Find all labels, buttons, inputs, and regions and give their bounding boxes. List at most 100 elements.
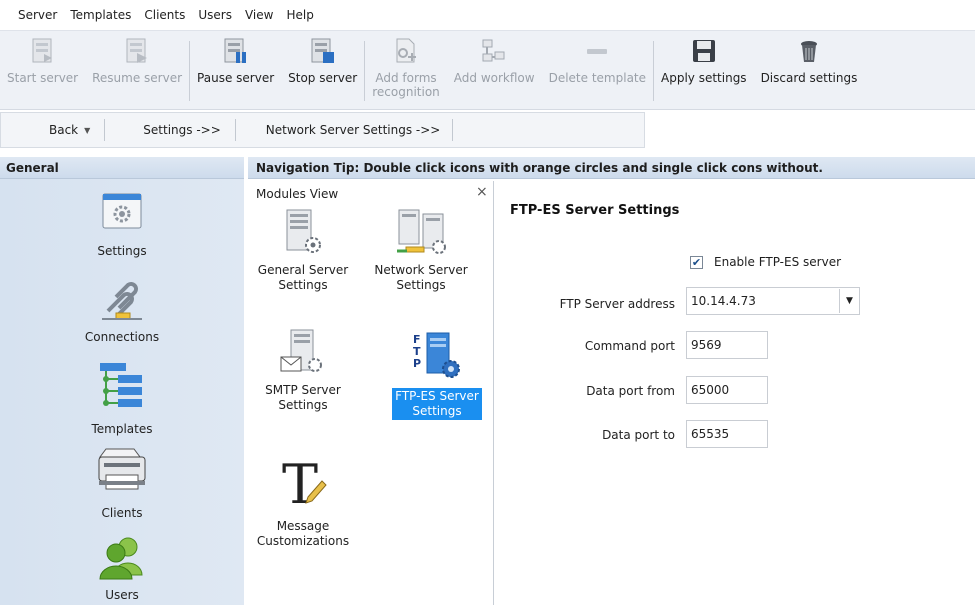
module-label-line2: Settings — [396, 278, 446, 292]
save-icon — [690, 37, 718, 65]
nav-item-templates[interactable]: Templates — [0, 361, 244, 436]
enable-ftp-es-checkbox[interactable]: ✔ — [690, 256, 703, 269]
breadcrumb-separator — [452, 119, 454, 141]
trash-icon — [795, 37, 823, 65]
add-forms-label-line2: recognition — [372, 85, 440, 99]
smtp-server-icon — [279, 329, 327, 378]
settings-icon — [102, 191, 142, 234]
start-server-icon — [29, 37, 57, 65]
breadcrumb-settings[interactable]: Settings ->> — [105, 119, 234, 141]
nav-label-clients: Clients — [101, 506, 143, 520]
delete-template-button[interactable]: Delete template — [542, 31, 653, 111]
nav-item-connections[interactable]: Connections — [0, 277, 244, 344]
add-forms-recognition-button[interactable]: Add forms recognition — [365, 31, 447, 111]
pause-server-label: Pause server — [197, 71, 275, 85]
module-label: FTP-ES Server Settings — [392, 388, 482, 420]
data-port-to-input[interactable]: 65535 — [686, 420, 768, 448]
module-ftp-es-server-settings[interactable]: FTP FTP-ES Server Settings — [382, 331, 492, 420]
add-forms-icon — [392, 37, 420, 65]
pause-server-button[interactable]: Pause server — [190, 31, 281, 111]
module-label: Network Server Settings — [371, 262, 470, 294]
ftp-server-address-select[interactable]: 10.14.4.73 ▼ — [686, 287, 860, 315]
stop-server-icon — [309, 37, 337, 65]
resume-server-button[interactable]: Resume server — [85, 31, 189, 111]
printer-icon — [96, 445, 148, 498]
add-workflow-button[interactable]: Add workflow — [447, 31, 542, 111]
ftp-server-address-value: 10.14.4.73 — [691, 294, 756, 308]
delete-template-label: Delete template — [548, 71, 647, 85]
menu-view[interactable]: View — [245, 8, 273, 22]
breadcrumb: Back ▼ Settings ->> Network Server Setti… — [0, 112, 645, 148]
nav-label-connections: Connections — [84, 330, 160, 344]
menu-help[interactable]: Help — [286, 8, 313, 22]
apply-settings-button[interactable]: Apply settings — [654, 31, 754, 111]
data-port-from-input[interactable]: 65000 — [686, 376, 768, 404]
command-port-label: Command port — [584, 339, 675, 353]
discard-settings-label: Discard settings — [760, 71, 858, 85]
left-panel-title: General — [0, 157, 244, 179]
stop-server-button[interactable]: Stop server — [281, 31, 364, 111]
modules-view-title: Modules View — [256, 187, 339, 201]
menu-server[interactable]: Server — [18, 8, 57, 22]
resume-server-icon — [123, 37, 151, 65]
modules-view: Modules View × General Server Settings Ne… — [248, 181, 494, 605]
apply-settings-label: Apply settings — [661, 71, 747, 85]
start-server-label: Start server — [7, 71, 79, 85]
data-port-to-label: Data port to — [602, 428, 675, 442]
navigation-tip: Navigation Tip: Double click icons with … — [248, 157, 975, 179]
text-edit-icon: T — [278, 453, 328, 516]
add-forms-label: Add forms recognition — [372, 71, 440, 99]
chevron-down-icon[interactable]: ▼ — [839, 289, 859, 313]
resume-server-label: Resume server — [92, 71, 183, 85]
module-label-line1: Network Server — [374, 263, 468, 277]
settings-title: FTP-ES Server Settings — [510, 203, 680, 218]
module-label-line1: FTP-ES Server — [395, 389, 479, 403]
nav-label-settings: Settings — [97, 244, 147, 258]
module-smtp-server-settings[interactable]: SMTP Server Settings — [248, 329, 358, 414]
command-port-input[interactable]: 9569 — [686, 331, 768, 359]
nav-label-users: Users — [105, 588, 139, 602]
nav-item-users[interactable]: Users — [0, 535, 244, 602]
module-label: General Server Settings — [255, 262, 351, 294]
menu-bar: Server Templates Clients Users View Help — [0, 0, 975, 30]
module-message-customizations[interactable]: T Message Customizations — [248, 453, 358, 550]
server-settings-icon — [281, 209, 325, 258]
module-label-line1: General Server — [257, 263, 349, 277]
add-workflow-label: Add workflow — [453, 71, 535, 85]
nav-item-clients[interactable]: Clients — [0, 445, 244, 520]
close-icon[interactable]: × — [476, 184, 488, 200]
templates-icon — [98, 361, 146, 420]
module-label-line1: Message — [276, 519, 330, 533]
module-label-line2: Settings — [278, 398, 328, 412]
start-server-button[interactable]: Start server — [0, 31, 85, 111]
menu-clients[interactable]: Clients — [144, 8, 185, 22]
module-general-server-settings[interactable]: General Server Settings — [248, 209, 358, 294]
discard-settings-button[interactable]: Discard settings — [754, 31, 865, 111]
delete-template-icon — [583, 37, 611, 65]
nav-item-settings[interactable]: Settings — [0, 191, 244, 258]
settings-panel: FTP-ES Server Settings ✔ Enable FTP-ES s… — [495, 181, 975, 605]
module-label: SMTP Server Settings — [262, 382, 344, 414]
connections-icon — [98, 277, 146, 326]
module-label-line2: Customizations — [256, 534, 350, 548]
add-forms-label-line1: Add forms — [375, 71, 437, 85]
nav-label-templates: Templates — [91, 422, 153, 436]
module-label-line2: Settings — [412, 404, 462, 418]
module-network-server-settings[interactable]: Network Server Settings — [366, 209, 476, 294]
back-label: Back — [49, 123, 79, 137]
pause-server-icon — [222, 37, 250, 65]
svg-text:T: T — [282, 453, 318, 511]
network-server-icon — [393, 209, 449, 258]
menu-users[interactable]: Users — [198, 8, 232, 22]
back-button[interactable]: Back ▼ — [1, 119, 104, 141]
enable-ftp-es-label: Enable FTP-ES server — [714, 255, 842, 269]
module-label-line2: Settings — [278, 278, 328, 292]
menu-templates[interactable]: Templates — [70, 8, 131, 22]
breadcrumb-network-server-settings[interactable]: Network Server Settings ->> — [236, 119, 453, 141]
add-workflow-icon — [480, 37, 508, 65]
chevron-down-icon: ▼ — [84, 125, 91, 135]
left-navigation-panel: Settings Connections Templates Clients U… — [0, 179, 244, 605]
data-port-from-label: Data port from — [586, 384, 675, 398]
module-label: Message Customizations — [254, 518, 352, 550]
ftp-server-icon: FTP — [411, 331, 463, 384]
